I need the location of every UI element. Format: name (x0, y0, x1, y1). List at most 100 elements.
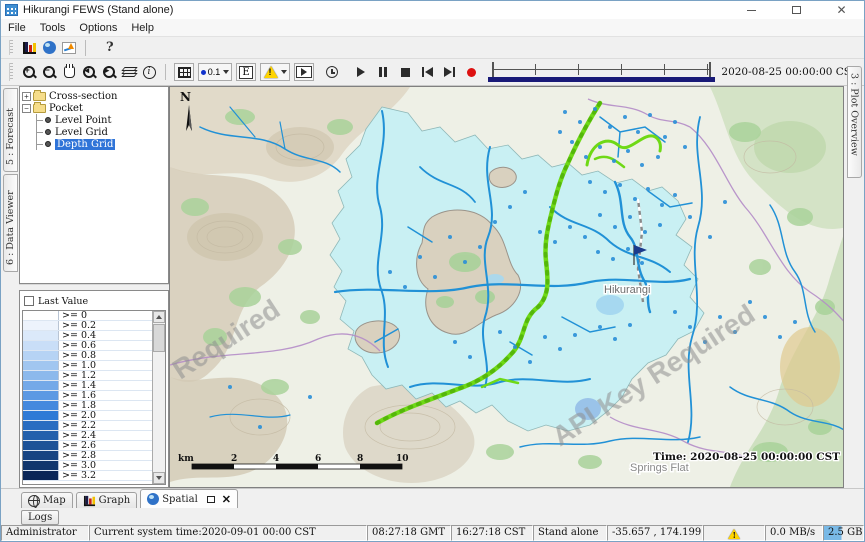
skip-end-icon (444, 67, 452, 77)
layers-button[interactable] (119, 63, 139, 81)
bottom-tab-bar: Map Graph Spatial ✕ (1, 488, 864, 508)
toolbar-separator-2 (165, 64, 166, 80)
scale-button[interactable]: E (236, 63, 256, 81)
legend-label: >= 1.4 (59, 381, 152, 390)
tab-forecast[interactable]: 5 : Forecast (3, 88, 18, 172)
time-slider[interactable] (492, 62, 711, 82)
logs-button[interactable]: Logs (21, 510, 59, 525)
zoom-previous-button[interactable]: ◂ (79, 63, 99, 81)
timeseries-button[interactable] (59, 39, 79, 57)
label-hikurangi: Hikurangi (604, 284, 650, 296)
tree-node-depth-grid[interactable]: Depth Grid (37, 138, 166, 150)
legend-label: >= 0 (59, 311, 152, 320)
grid-toggle-button[interactable] (174, 63, 194, 81)
help-button[interactable]: ? (106, 40, 114, 55)
class-break-dropdown[interactable]: 0.1 (198, 63, 232, 81)
layer-tree: + Cross-section − Pocket Level Point (19, 86, 169, 284)
tab-data-viewer[interactable]: 6 : Data Viewer (3, 174, 18, 272)
tab-map[interactable]: Map (21, 492, 73, 508)
tree-node-level-grid[interactable]: Level Grid (37, 126, 166, 138)
pause-button[interactable] (372, 62, 394, 82)
database-button[interactable] (19, 39, 39, 57)
status-user: Administrator (1, 525, 89, 541)
scroll-up-icon[interactable] (153, 311, 165, 323)
menu-options[interactable]: Options (72, 22, 124, 34)
window-title: Hikurangi FEWS (Stand alone) (23, 4, 729, 16)
zoom-in-button[interactable]: + (19, 63, 39, 81)
close-button[interactable]: ✕ (819, 1, 864, 19)
tree-node-cross-section[interactable]: + Cross-section (22, 90, 166, 102)
tab-graph[interactable]: Graph (76, 492, 138, 508)
record-button[interactable] (460, 62, 482, 82)
animation-window-button[interactable] (294, 63, 314, 81)
legend-label: >= 1.8 (59, 401, 152, 410)
title-bar: Hikurangi FEWS (Stand alone) ✕ (1, 1, 864, 19)
right-dock: 3 : Plot Overview (844, 86, 864, 488)
time-settings-button[interactable] (322, 63, 342, 81)
skip-start-icon (425, 67, 433, 77)
warning-icon (264, 66, 278, 78)
map-display-button[interactable] (39, 39, 59, 57)
zoom-next-button[interactable]: ▸ (99, 63, 119, 81)
legend-swatch (23, 431, 59, 440)
status-coordinates: -35.657 , 174.199 (607, 525, 703, 541)
last-value-checkbox[interactable] (24, 296, 34, 306)
maximize-icon (792, 6, 801, 14)
menu-tools[interactable]: Tools (33, 22, 73, 34)
legend-label: >= 1.6 (59, 391, 152, 400)
collapse-icon[interactable]: − (22, 104, 31, 113)
legend-label: >= 3.2 (59, 471, 152, 480)
legend-swatch (23, 311, 59, 320)
restore-pane-icon[interactable] (207, 496, 215, 503)
menu-help[interactable]: Help (124, 22, 161, 34)
tab-plot-overview[interactable]: 3 : Plot Overview (847, 66, 862, 178)
pause-icon (379, 67, 387, 77)
tree-node-pocket[interactable]: − Pocket (22, 102, 166, 114)
warning-dropdown[interactable] (260, 63, 290, 81)
menu-file[interactable]: File (1, 22, 33, 34)
minimize-button[interactable] (729, 1, 774, 19)
layer-bullet-icon (45, 129, 51, 135)
maximize-button[interactable] (774, 1, 819, 19)
legend-label: >= 3.0 (59, 461, 152, 470)
zoom-in-icon: + (22, 65, 37, 80)
legend-swatch (23, 331, 59, 340)
legend-label: >= 2.8 (59, 451, 152, 460)
wire-globe-icon (28, 495, 40, 507)
pan-button[interactable] (59, 63, 79, 81)
map-viewport[interactable]: API Key Required API Key Required N km (169, 86, 844, 488)
toolbar-grip-2 (9, 63, 13, 81)
legend-swatch (23, 321, 59, 330)
play-icon (357, 67, 365, 77)
legend-row[interactable]: >= 3.2 (23, 471, 152, 481)
go-to-end-button[interactable] (438, 62, 460, 82)
zoom-out-button[interactable]: − (39, 63, 59, 81)
legend-label: >= 2.2 (59, 421, 152, 430)
svg-text:4: 4 (273, 454, 279, 464)
expand-icon[interactable]: + (22, 92, 31, 101)
class-break-value: 0.1 (208, 67, 221, 77)
time-slider-range (488, 77, 715, 82)
status-warning[interactable] (703, 525, 765, 541)
play-button[interactable] (350, 62, 372, 82)
legend-swatch (23, 381, 59, 390)
spatial-globe-icon (147, 493, 159, 505)
toolbar-separator (85, 40, 86, 56)
layer-bullet-icon (45, 117, 51, 123)
legend-swatch (23, 471, 59, 480)
current-time-label: 2020-08-25 00:00:00 CST (719, 66, 864, 78)
scroll-thumb[interactable] (153, 324, 165, 352)
tree-node-level-point[interactable]: Level Point (37, 114, 166, 126)
scroll-down-icon[interactable] (153, 472, 165, 484)
movie-player-icon (296, 66, 312, 78)
stop-button[interactable] (394, 62, 416, 82)
tab-spatial[interactable]: Spatial ✕ (140, 489, 238, 508)
legend-swatch (23, 401, 59, 410)
info-button[interactable]: i (139, 63, 159, 81)
go-to-start-button[interactable] (416, 62, 438, 82)
legend-swatch (23, 421, 59, 430)
legend-scrollbar[interactable] (152, 311, 165, 484)
selected-tree-label: Depth Grid (55, 139, 115, 150)
legend-swatch (23, 391, 59, 400)
close-pane-icon[interactable]: ✕ (222, 493, 231, 506)
